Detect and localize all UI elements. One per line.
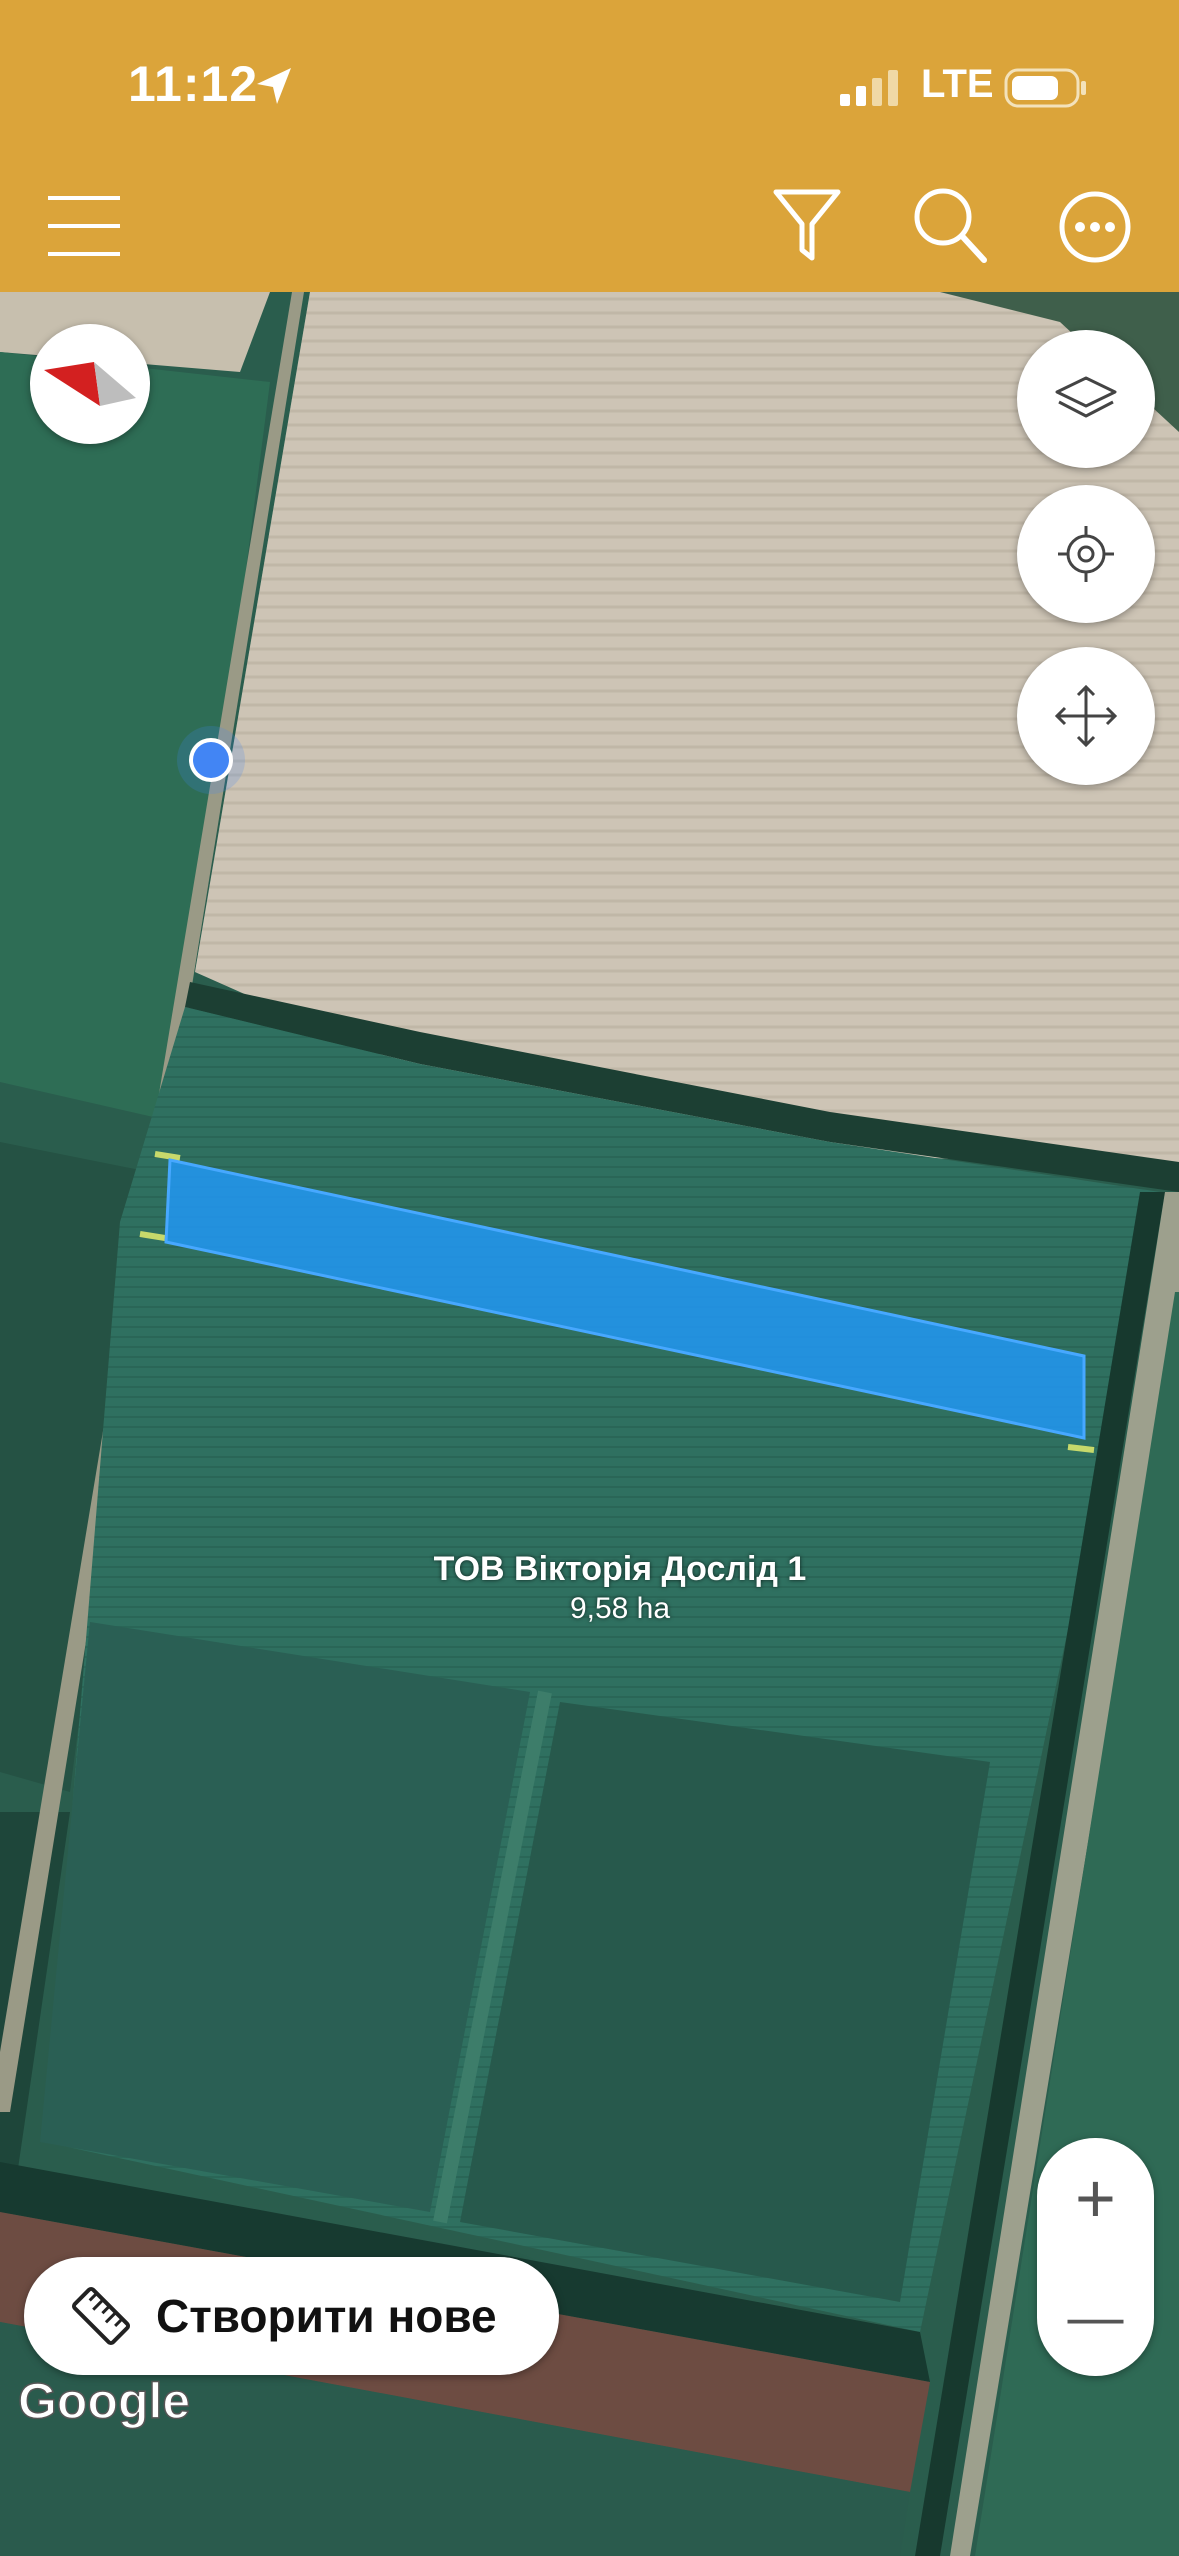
compass-button[interactable] — [30, 324, 150, 444]
signal-icon — [840, 70, 898, 106]
field-area-label: 9,58 ha — [569, 1592, 671, 1625]
layers-icon — [1055, 376, 1117, 418]
field-name-label: ТОВ Вікторія Дослід 1 — [433, 1550, 807, 1588]
location-arrow-icon — [257, 68, 291, 104]
pan-button[interactable] — [1017, 647, 1155, 785]
app-header: 11:12 LTE — [0, 0, 1179, 292]
zoom-in-label: + — [1075, 2158, 1116, 2237]
filter-icon[interactable] — [772, 188, 842, 262]
status-time: 11:12 — [128, 56, 259, 112]
ruler-icon — [71, 2286, 131, 2346]
zoom-control: + — — [1037, 2138, 1154, 2376]
user-location-dot — [177, 726, 245, 794]
network-label: LTE — [921, 62, 994, 106]
search-icon[interactable] — [912, 186, 988, 264]
create-new-button[interactable]: Створити нове — [24, 2257, 559, 2375]
more-icon[interactable] — [1058, 190, 1132, 264]
layers-button[interactable] — [1017, 330, 1155, 468]
pan-icon — [1054, 684, 1118, 748]
my-location-button[interactable] — [1017, 485, 1155, 623]
zoom-out-button[interactable]: — — [1037, 2257, 1154, 2376]
field-polygon[interactable] — [0, 292, 1179, 2556]
battery-icon — [1004, 68, 1086, 108]
compass-icon — [44, 362, 136, 406]
menu-icon[interactable] — [46, 192, 122, 260]
zoom-out-label: — — [1067, 2284, 1124, 2348]
status-bar: 11:12 LTE — [0, 0, 1179, 170]
create-new-label: Створити нове — [156, 2290, 497, 2342]
app-screen: 11:12 LTE ТОВ Вікторія Дослід 1 9,58 ha … — [0, 0, 1179, 2556]
my-location-icon — [1058, 526, 1114, 582]
zoom-in-button[interactable]: + — [1037, 2138, 1154, 2257]
google-attribution: Google — [17, 2372, 191, 2430]
satellite-map[interactable]: ТОВ Вікторія Дослід 1 9,58 ha — [0, 292, 1179, 2556]
